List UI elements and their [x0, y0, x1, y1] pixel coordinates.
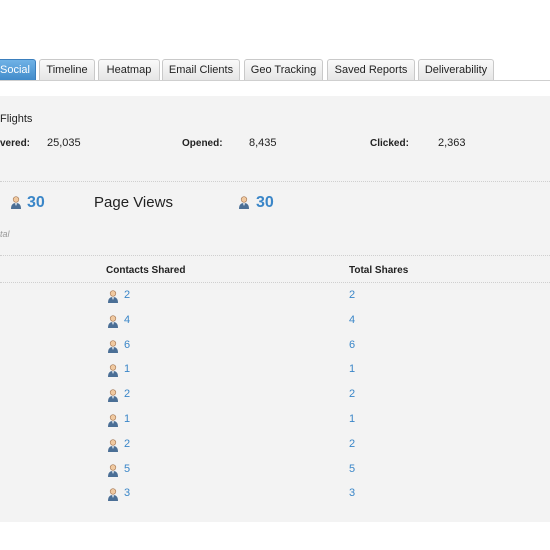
contacts-shared-link[interactable]: 6: [124, 339, 130, 351]
contacts-shared-link[interactable]: 2: [124, 289, 130, 301]
delivered-label: vered:: [0, 138, 31, 149]
person-icon: [108, 464, 118, 477]
tab-heatmap[interactable]: Heatmap: [98, 59, 160, 80]
total-shares-link[interactable]: 1: [349, 413, 355, 425]
total-shares-link[interactable]: 3: [349, 487, 355, 499]
tab-timeline[interactable]: Timeline: [39, 59, 95, 80]
page-views-label: Page Views: [94, 194, 173, 211]
contacts-shared-link[interactable]: 1: [124, 413, 130, 425]
total-shares-link[interactable]: 4: [349, 314, 355, 326]
col-header-total-shares: Total Shares: [349, 265, 409, 276]
table-header-divider: [0, 282, 550, 283]
page-views-value[interactable]: 30: [256, 194, 274, 212]
col-header-contacts-shared: Contacts Shared: [106, 265, 186, 276]
person-icon: [108, 414, 118, 427]
tab-email-clients[interactable]: Email Clients: [162, 59, 240, 80]
person-icon: [108, 290, 118, 303]
total-shares-link[interactable]: 2: [349, 438, 355, 450]
clicked-value: 2,363: [438, 137, 466, 149]
tab-geo-tracking[interactable]: Geo Tracking: [244, 59, 323, 80]
tab-saved-reports[interactable]: Saved Reports: [327, 59, 415, 80]
section-divider: [0, 181, 550, 182]
person-icon: [239, 196, 249, 209]
report-panel: Flights vered: 25,035 Opened: 8,435 Clic…: [0, 96, 550, 522]
total-shares-link[interactable]: 5: [349, 463, 355, 475]
person-icon: [108, 315, 118, 328]
total-note: tal: [0, 229, 10, 239]
person-icon: [108, 439, 118, 452]
total-shares-link[interactable]: 2: [349, 388, 355, 400]
flights-title: Flights: [0, 113, 33, 125]
contacts-shared-link[interactable]: 1: [124, 363, 130, 375]
total-shares-link[interactable]: 2: [349, 289, 355, 301]
opened-value: 8,435: [249, 137, 277, 149]
person-icon: [108, 488, 118, 501]
contacts-shared-link[interactable]: 2: [124, 388, 130, 400]
tab-underline: [0, 80, 550, 81]
opened-label: Opened:: [182, 138, 223, 149]
contacts-shared-link[interactable]: 2: [124, 438, 130, 450]
contacts-shared-link[interactable]: 4: [124, 314, 130, 326]
delivered-value: 25,035: [47, 137, 81, 149]
person-icon: [108, 389, 118, 402]
person-icon: [108, 340, 118, 353]
tab-deliverability[interactable]: Deliverability: [418, 59, 494, 80]
tab-social[interactable]: Social: [0, 59, 36, 81]
contacts-shared-link[interactable]: 5: [124, 463, 130, 475]
clicked-label: Clicked:: [370, 138, 409, 149]
shares-total-value[interactable]: 30: [27, 194, 45, 212]
section-divider: [0, 255, 550, 256]
tab-bar: Social Timeline Heatmap Email Clients Ge…: [0, 59, 550, 81]
total-shares-link[interactable]: 1: [349, 363, 355, 375]
person-icon: [11, 196, 21, 209]
contacts-shared-link[interactable]: 3: [124, 487, 130, 499]
person-icon: [108, 364, 118, 377]
total-shares-link[interactable]: 6: [349, 339, 355, 351]
